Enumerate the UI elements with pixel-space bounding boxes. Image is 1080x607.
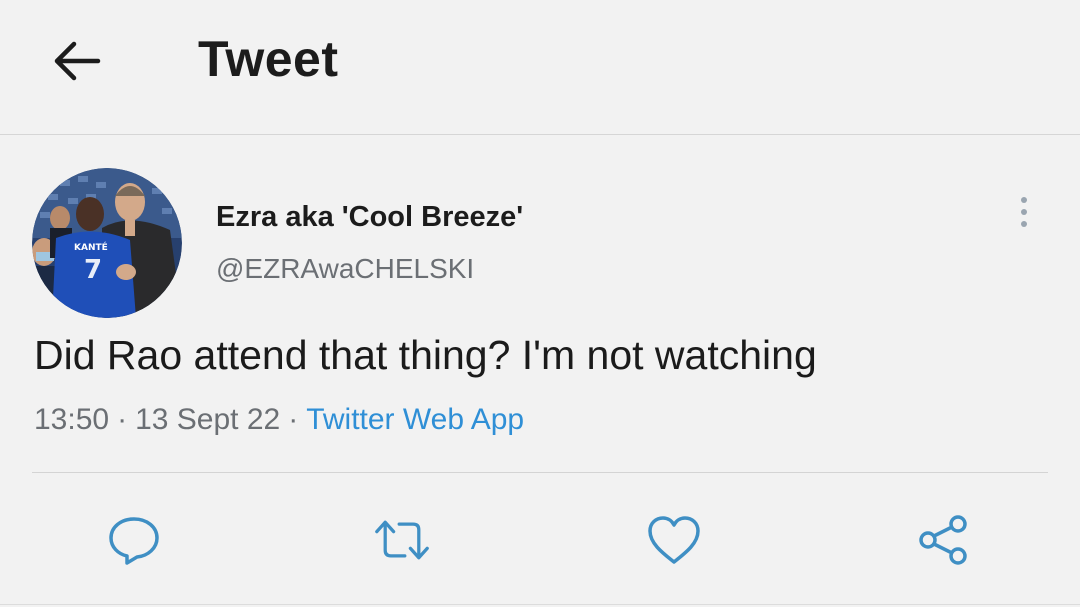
retweet-icon [375,520,429,560]
divider [32,472,1048,473]
jersey-name: KANTÉ [74,241,108,253]
display-name[interactable]: Ezra aka 'Cool Breeze' [216,200,523,234]
heart-icon [648,516,700,564]
tweet-time[interactable]: 13:50 [34,403,109,436]
tweet-metadata: 13:50 · 13 Sept 22 · Twitter Web App [34,402,524,438]
meta-separator: · [117,403,128,436]
arrow-left-icon [54,41,101,81]
share-button[interactable] [916,512,972,568]
avatar[interactable]: KANTÉ 7 [32,168,182,318]
tweet-date[interactable]: 13 Sept 22 [135,403,280,436]
more-options-button[interactable] [1004,190,1044,234]
share-icon [919,515,967,565]
reply-icon [109,517,159,565]
tweet-source-link[interactable]: Twitter Web App [306,403,524,436]
like-button[interactable] [646,512,702,568]
meta-separator: · [288,403,299,436]
page-title: Tweet [198,31,339,87]
more-dot-icon [1021,197,1027,203]
avatar-photo: KANTÉ 7 [32,168,182,318]
jersey-number: 7 [84,255,102,285]
user-handle[interactable]: @EZRAwaCHELSKI [216,252,474,286]
tweet-screen: Tweet KANTÉ 7 Ezra aka 'Cool Breeze' @EZ… [0,0,1080,607]
more-dot-icon [1021,209,1027,215]
top-bar: Tweet [0,0,1080,135]
retweet-button[interactable] [374,512,430,568]
bottom-divider [0,604,1080,605]
back-button[interactable] [50,34,104,88]
tweet-text: Did Rao attend that thing? I'm not watch… [34,332,817,378]
reply-button[interactable] [106,512,162,568]
more-dot-icon [1021,221,1027,227]
